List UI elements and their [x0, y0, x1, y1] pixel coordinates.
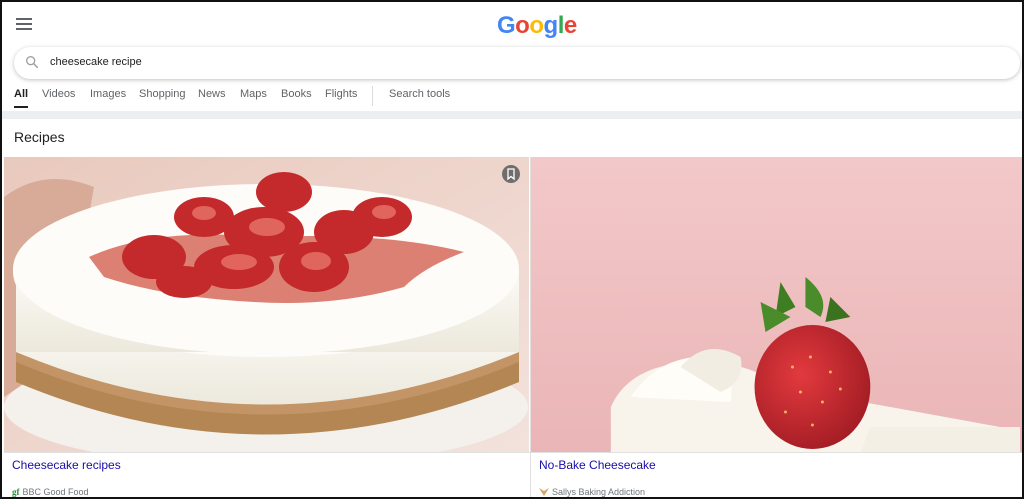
tab-images[interactable]: Images	[90, 88, 126, 100]
cheesecake-image[interactable]	[4, 157, 529, 453]
tab-all[interactable]: All	[14, 88, 29, 108]
hamburger-menu-icon[interactable]	[16, 18, 32, 32]
card-divider	[4, 452, 1022, 453]
recipe-source: gf BBC Good Food	[12, 487, 89, 497]
recipe-title[interactable]: Cheesecake recipes	[12, 458, 121, 472]
tab-videos[interactable]: Videos	[42, 88, 75, 100]
section-title: Recipes	[14, 129, 65, 145]
bookmark-icon[interactable]	[502, 165, 520, 183]
google-logo[interactable]: Google	[497, 12, 577, 40]
tab-news[interactable]: News	[198, 88, 226, 100]
tab-shopping[interactable]: Shopping	[139, 88, 186, 100]
source-name: BBC Good Food	[22, 487, 89, 497]
search-input[interactable]: cheesecake recipe	[50, 56, 142, 68]
recipe-card[interactable]: No-Bake Cheesecake Sallys Baking Addicti…	[530, 157, 1024, 497]
recipe-source: Sallys Baking Addiction	[539, 487, 645, 497]
tab-maps[interactable]: Maps	[240, 88, 267, 100]
page-frame: Google cheesecake recipe All Videos Imag…	[0, 0, 1024, 499]
tab-separator	[372, 86, 373, 106]
recipe-card[interactable]: Cheesecake recipes gf BBC Good Food	[4, 157, 529, 497]
tab-flights[interactable]: Flights	[325, 88, 357, 100]
search-icon[interactable]	[24, 54, 40, 70]
search-box[interactable]: cheesecake recipe	[14, 47, 1020, 79]
recipe-title[interactable]: No-Bake Cheesecake	[539, 458, 656, 472]
tab-books[interactable]: Books	[281, 88, 312, 100]
source-name: Sallys Baking Addiction	[552, 487, 646, 497]
sallys-baking-logo-icon	[539, 488, 549, 496]
tab-search-tools[interactable]: Search tools	[389, 88, 450, 100]
bbc-good-food-logo: gf	[12, 487, 20, 497]
header-divider	[2, 111, 1022, 119]
no-bake-cheesecake-image[interactable]	[531, 157, 1024, 453]
